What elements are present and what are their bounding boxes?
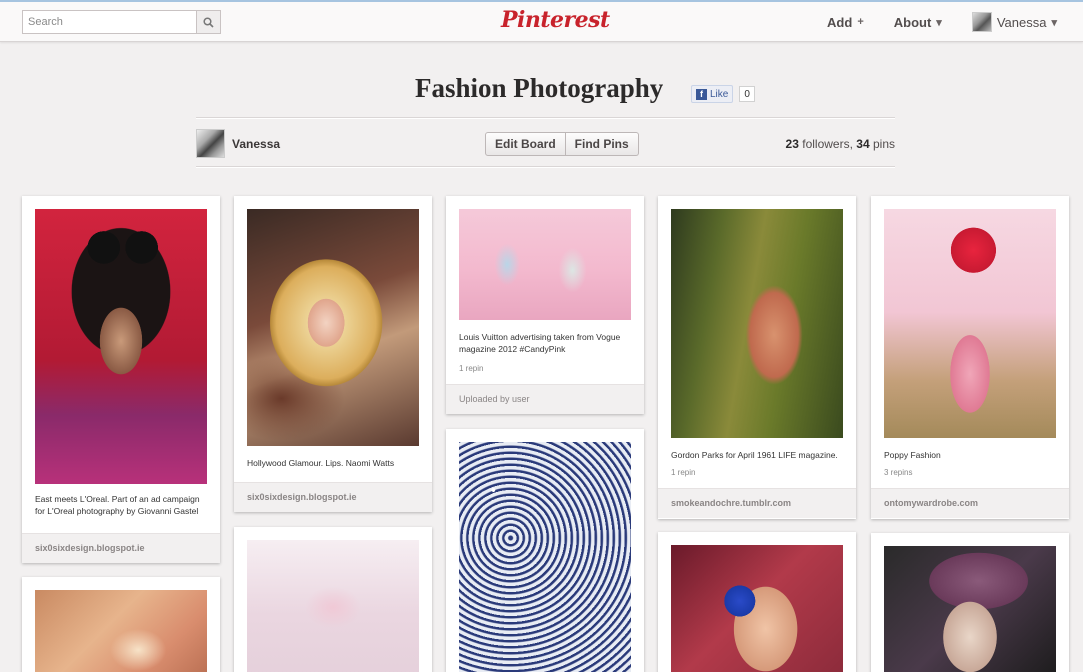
pin-card[interactable] (446, 429, 644, 672)
pin-image[interactable] (247, 540, 419, 672)
edit-board-button[interactable]: Edit Board (485, 132, 566, 156)
board-actions: Edit Board Find Pins (485, 132, 639, 156)
divider (196, 117, 895, 119)
nav-add[interactable]: Add + (827, 15, 864, 30)
board-owner[interactable]: Vanessa (196, 129, 280, 158)
pin-source: Uploaded by user (446, 384, 644, 414)
caret-down-icon: ▾ (936, 16, 942, 29)
nav-about-label: About (893, 14, 932, 30)
pin-card[interactable] (234, 527, 432, 672)
pins-count: 34 (856, 137, 870, 151)
pin-description: Louis Vuitton advertising taken from Vog… (459, 332, 621, 354)
pin-repin-count: 3 repins (884, 468, 913, 477)
pin-image[interactable] (671, 209, 843, 438)
owner-name: Vanessa (232, 136, 281, 151)
pinterest-logo[interactable]: Pinterest (501, 7, 610, 33)
avatar (196, 129, 225, 158)
nav-user-label: Vanessa (996, 14, 1047, 30)
pin-source[interactable]: six0sixdesign.blogspot.ie (22, 533, 220, 563)
nav-about[interactable]: About ▾ (894, 15, 942, 30)
facebook-like-count: 0 (739, 86, 755, 102)
pin-repin-count: 1 repin (459, 364, 484, 373)
facebook-like-button[interactable]: f Like (691, 85, 734, 103)
search-icon (203, 16, 214, 28)
pins-label: pins (872, 137, 895, 151)
pin-description: Gordon Parks for April 1961 LIFE magazin… (671, 450, 838, 460)
pin-image[interactable] (35, 209, 207, 484)
pin-source[interactable]: six0sixdesign.blogspot.ie (234, 482, 432, 512)
pin-description: Hollywood Glamour. Lips. Naomi Watts (247, 458, 395, 468)
top-bar: Pinterest Add + About ▾ Vanessa ▾ (0, 0, 1083, 42)
nav-user-menu[interactable]: Vanessa ▾ (971, 12, 1057, 32)
pin-card[interactable] (22, 577, 220, 672)
pin-card[interactable]: East meets L'Oreal. Part of an ad campai… (22, 196, 220, 563)
plus-icon: + (857, 16, 864, 28)
pin-image[interactable] (247, 209, 419, 446)
pin-image[interactable] (884, 546, 1056, 672)
search-input[interactable] (22, 10, 196, 34)
board-stats: 23 followers, 34 pins (786, 137, 895, 151)
pin-card[interactable]: Poppy Fashion 3 repins ontomywardrobe.co… (871, 196, 1069, 519)
pin-source[interactable]: smokeandochre.tumblr.com (658, 488, 856, 518)
pin-image[interactable] (459, 442, 631, 672)
find-pins-button[interactable]: Find Pins (565, 132, 639, 156)
facebook-like-widget: f Like 0 (691, 85, 755, 103)
avatar (971, 12, 992, 32)
search-button[interactable] (196, 10, 221, 34)
pin-image[interactable] (35, 590, 207, 672)
pin-description: East meets L'Oreal. Part of an ad campai… (35, 494, 200, 516)
pin-description: Poppy Fashion (884, 450, 941, 460)
pin-repin-count: 1 repin (671, 468, 696, 477)
pin-card[interactable]: Gordon Parks for April 1961 LIFE magazin… (658, 196, 856, 519)
search-box (22, 10, 221, 34)
pin-image[interactable] (884, 209, 1056, 438)
followers-count: 23 (785, 137, 799, 151)
main-nav: Add + About ▾ Vanessa ▾ (797, 2, 1057, 42)
pin-card[interactable]: Louis Vuitton advertising taken from Vog… (446, 196, 644, 414)
divider (196, 166, 895, 168)
pin-image[interactable] (671, 545, 843, 672)
pin-card[interactable] (658, 532, 856, 672)
pin-image[interactable] (459, 209, 631, 320)
facebook-icon: f (696, 88, 707, 100)
caret-down-icon: ▾ (1051, 16, 1057, 29)
pin-card[interactable] (871, 533, 1069, 672)
board-title: Fashion Photography (415, 73, 664, 103)
pin-card[interactable]: Hollywood Glamour. Lips. Naomi Watts six… (234, 196, 432, 512)
pin-source[interactable]: ontomywardrobe.com (871, 488, 1069, 518)
facebook-like-label: Like (710, 88, 729, 100)
nav-add-label: Add (827, 14, 853, 30)
followers-label: followers, (802, 137, 853, 151)
